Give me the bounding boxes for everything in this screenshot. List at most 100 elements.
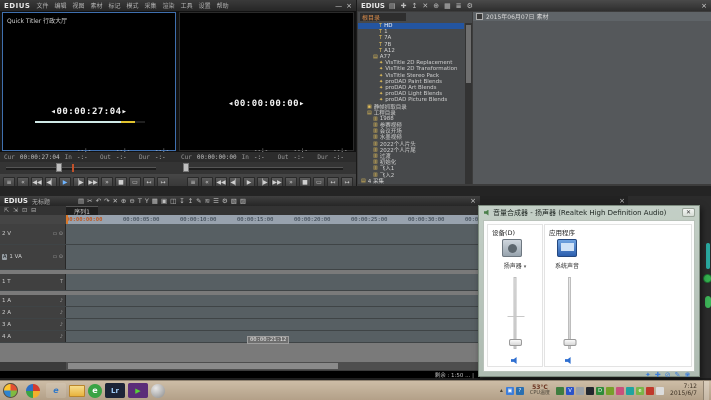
taskbar-app-icon[interactable] bbox=[26, 383, 40, 398]
bin-toolbar-icon[interactable]: ⚙ bbox=[467, 2, 473, 10]
track-lane[interactable] bbox=[66, 319, 480, 330]
timeline-toolbar-icon[interactable]: ▣ bbox=[161, 197, 167, 205]
timeline-toolbar-icon[interactable]: ✂ bbox=[87, 197, 92, 205]
recorder-monitor[interactable]: ◂00:00:00:00▸ bbox=[179, 12, 354, 151]
timeline-toolbar-icon[interactable]: ◫ bbox=[170, 197, 176, 205]
system-sounds-icon[interactable] bbox=[557, 239, 577, 257]
timeline-toolbar-icon[interactable]: ☰ bbox=[213, 197, 219, 205]
speaker-device-icon[interactable] bbox=[502, 239, 522, 257]
timeline-toolbar-icon[interactable]: Y bbox=[145, 197, 149, 205]
chevron-down-icon[interactable]: ▾ bbox=[524, 264, 527, 270]
track-icons[interactable]: ♪ bbox=[60, 334, 63, 340]
tree-root-header[interactable]: 根目录 bbox=[360, 13, 406, 22]
taskbar-app-icon[interactable]: e bbox=[88, 383, 102, 398]
show-hidden-icons[interactable]: ▴ bbox=[500, 387, 503, 394]
background-window-titlebar[interactable]: × bbox=[480, 196, 628, 205]
track-lane[interactable] bbox=[66, 224, 480, 244]
close-icon[interactable]: × bbox=[619, 197, 628, 205]
timeline-toolbar-icon[interactable]: ⚙ bbox=[222, 197, 228, 205]
timeline-toolbar-icon[interactable]: T bbox=[138, 197, 142, 205]
taskbar-app-icon[interactable] bbox=[151, 383, 165, 398]
playhead-marker[interactable] bbox=[66, 215, 68, 224]
track-header[interactable]: A 1 VA ▭ ⊙ bbox=[0, 245, 66, 269]
menu-item[interactable]: 设置 bbox=[199, 1, 211, 10]
start-button[interactable] bbox=[3, 383, 18, 398]
timeline-toolbar-icon[interactable]: ≋ bbox=[205, 197, 210, 205]
menu-item[interactable]: 工具 bbox=[181, 1, 193, 10]
clock[interactable]: 7:12 2015/6/7 bbox=[670, 383, 697, 398]
menu-item[interactable]: 采集 bbox=[145, 1, 157, 10]
player-progress-bar[interactable] bbox=[35, 121, 145, 123]
menu-item[interactable]: 模式 bbox=[127, 1, 139, 10]
timeline-toolbar-icon[interactable]: ▦ bbox=[152, 197, 158, 205]
menu-item[interactable]: 编辑 bbox=[54, 1, 66, 10]
tray-icon[interactable] bbox=[656, 386, 665, 395]
device-volume-slider[interactable] bbox=[507, 277, 525, 349]
timeline-titlebar[interactable]: EDIUS 无标题 ▤ ✂ ↶ ↷ ✕ ⊕ ⊖ T Y ▦ ▣ ◫ ↧ ↥ ✎ ≋ ☰ ⚙ ▧ ▨ × bbox=[0, 196, 480, 206]
bin-clip-item[interactable]: 2015年06月07日 素材 bbox=[473, 12, 711, 21]
device-name[interactable]: 扬声器 ▾ bbox=[488, 261, 542, 270]
taskbar-app-icon[interactable]: ▶ bbox=[128, 383, 148, 398]
timeline-toolbar-icon[interactable]: ⊕ bbox=[121, 197, 126, 205]
track-lane[interactable] bbox=[66, 295, 480, 306]
track-icons[interactable]: ♪ bbox=[60, 310, 63, 316]
timeline-toolbar-icon[interactable]: ✎ bbox=[196, 197, 201, 205]
bin-toolbar-icon[interactable]: ⊕ bbox=[433, 2, 439, 10]
floating-icon[interactable]: ✦ bbox=[645, 371, 651, 379]
track-icons[interactable]: ♪ bbox=[60, 298, 63, 304]
bin-toolbar-icon[interactable]: ✕ bbox=[422, 2, 428, 10]
timeline-toolbar-icon[interactable]: ✕ bbox=[112, 197, 117, 205]
taskbar-app-icon[interactable]: Lr bbox=[105, 383, 125, 398]
player-monitor[interactable]: Quick Titler 行政大厅 ◂00:00:27:04▸ bbox=[2, 12, 176, 151]
mute-speaker-icon[interactable] bbox=[565, 357, 571, 364]
floating-icon[interactable]: ❀ bbox=[685, 371, 691, 379]
scrollbar-thumb[interactable] bbox=[68, 363, 338, 369]
track-lane[interactable] bbox=[66, 274, 480, 290]
tray-icon[interactable]: V bbox=[566, 386, 575, 395]
shuttle-track[interactable] bbox=[183, 167, 343, 170]
bin-toolbar-icon[interactable]: ▦ bbox=[444, 2, 451, 10]
bin-toolbar-icon[interactable]: ▤ bbox=[389, 2, 396, 10]
bin-content-panel[interactable]: 2015年06月07日 素材 bbox=[473, 12, 711, 184]
timeline-toolbar-icon[interactable]: ↥ bbox=[188, 197, 193, 205]
timeline-toolbar-icon[interactable]: ↷ bbox=[104, 197, 109, 205]
tray-icon[interactable]: ▣ bbox=[505, 386, 514, 395]
show-desktop-button[interactable] bbox=[703, 380, 709, 400]
mixer-titlebar[interactable]: 音量合成器 - 扬声器 (Realtek High Definition Aud… bbox=[479, 206, 699, 219]
bin-toolbar-icon[interactable]: ↥ bbox=[411, 2, 417, 10]
timeline-toolbar-icon[interactable]: ▤ bbox=[78, 197, 84, 205]
track-icons[interactable]: T bbox=[60, 279, 63, 285]
taskbar-app-icon[interactable] bbox=[69, 384, 85, 397]
taskbar-app-icon[interactable]: e bbox=[46, 383, 66, 398]
shuttle-thumb[interactable] bbox=[56, 163, 62, 172]
timeline-toolbar-icon[interactable]: ⊖ bbox=[129, 197, 134, 205]
shuttle-thumb[interactable] bbox=[183, 163, 189, 172]
tray-icon[interactable] bbox=[556, 386, 565, 395]
close-icon[interactable]: × bbox=[701, 2, 707, 10]
tray-icon[interactable]: e bbox=[636, 386, 645, 395]
sequence-tab[interactable]: 序列1 bbox=[66, 205, 98, 216]
minimize-button[interactable]: — bbox=[335, 2, 342, 10]
tray-icon[interactable] bbox=[616, 386, 625, 395]
cpu-temp-gadget[interactable]: 53°C CPU温度 bbox=[530, 385, 550, 396]
recorder-shuttle[interactable] bbox=[177, 162, 356, 174]
close-icon[interactable]: × bbox=[470, 197, 476, 205]
track-header[interactable]: 3 A ♪ bbox=[0, 319, 66, 330]
track-header[interactable]: 2 A ♪ bbox=[0, 307, 66, 318]
mini-toolbar-icon[interactable]: ⇲ bbox=[13, 207, 18, 214]
menu-item[interactable]: 标记 bbox=[109, 1, 121, 10]
player-shuttle[interactable] bbox=[0, 162, 177, 174]
bin-toolbar-icon[interactable]: ✚ bbox=[401, 2, 407, 10]
menu-item[interactable]: 素材 bbox=[90, 1, 102, 10]
bin-toolbar-icon[interactable]: ≣ bbox=[456, 2, 462, 10]
timeline-toolbar-icon[interactable]: ▨ bbox=[240, 197, 246, 205]
track-lane[interactable] bbox=[66, 245, 480, 269]
scrollbar-thumb[interactable] bbox=[466, 25, 471, 83]
slider-thumb[interactable] bbox=[508, 339, 522, 346]
mini-toolbar-icon[interactable]: ⊡ bbox=[22, 207, 27, 214]
timeline-toolbar-icon[interactable]: ↧ bbox=[179, 197, 184, 205]
timeline-toolbar-icon[interactable]: ▧ bbox=[231, 197, 237, 205]
slider-thumb[interactable] bbox=[563, 339, 576, 346]
app-volume-slider[interactable] bbox=[563, 277, 576, 349]
edge-widget-green-circle[interactable] bbox=[703, 274, 711, 283]
